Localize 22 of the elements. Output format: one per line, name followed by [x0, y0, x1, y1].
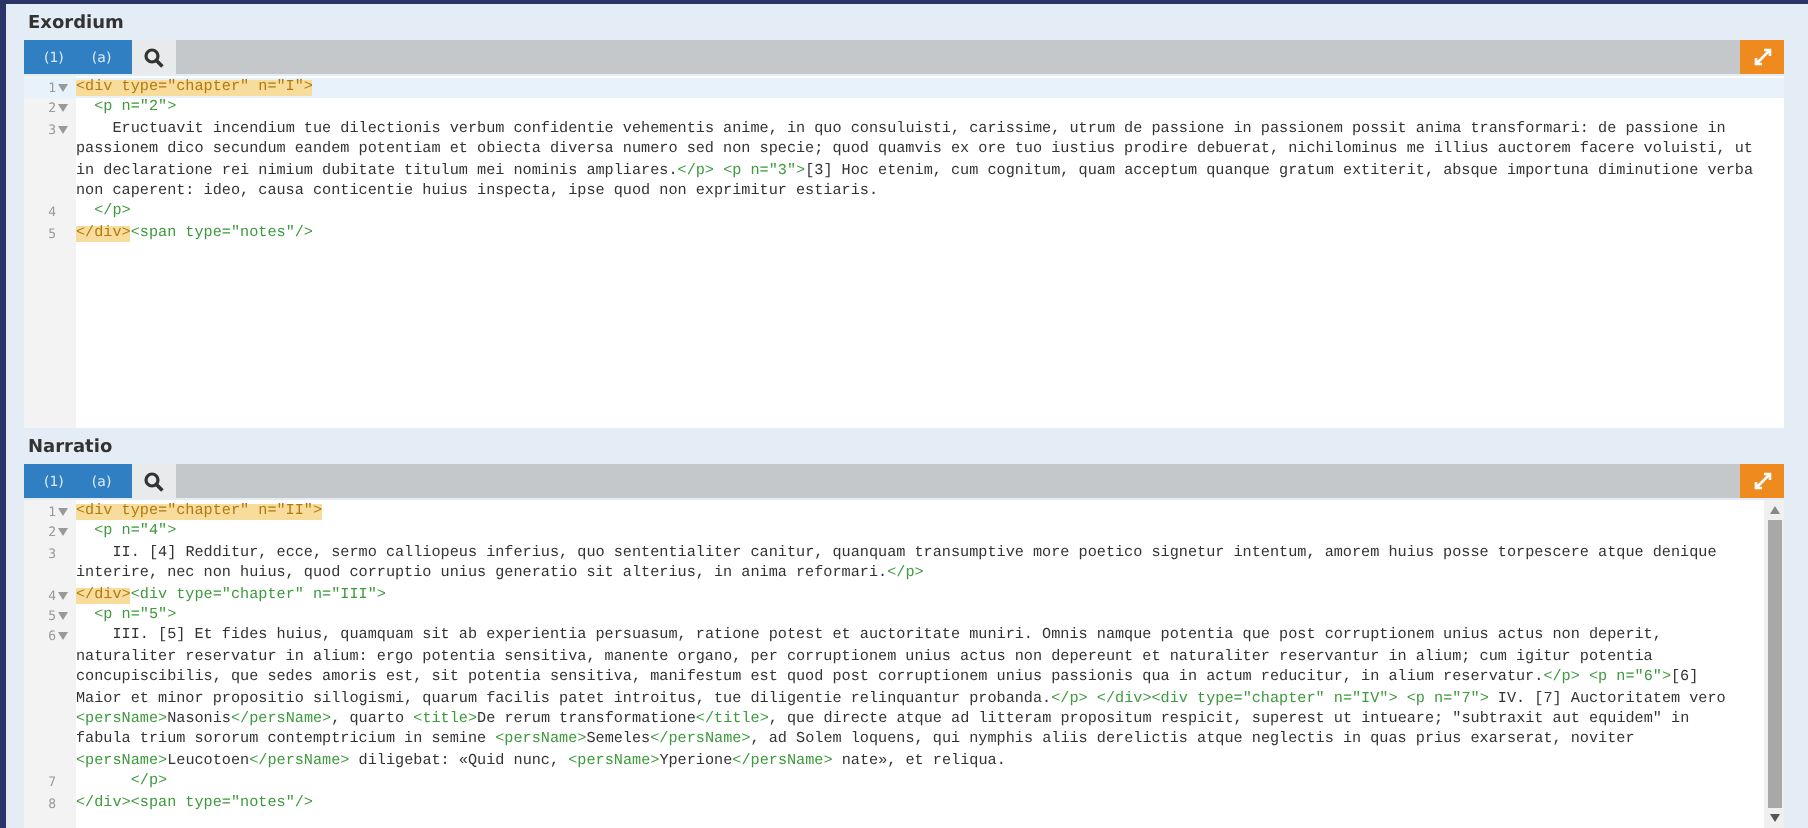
fold-arrow-icon[interactable]: [58, 528, 68, 537]
expand-button[interactable]: [1740, 464, 1784, 498]
panel-title: Narratio: [26, 436, 115, 462]
search-icon: [143, 471, 164, 491]
search-button[interactable]: [131, 464, 176, 498]
fold-arrow-icon[interactable]: [58, 632, 68, 641]
fold-arrow-icon[interactable]: [58, 84, 68, 92]
code-editor[interactable]: [24, 500, 1784, 828]
scrollbar[interactable]: [1764, 500, 1784, 828]
fold-arrow-icon[interactable]: [58, 104, 68, 113]
fold-arrow-icon[interactable]: [58, 508, 68, 516]
panel-title: Exordium: [26, 12, 126, 38]
fold-arrow-icon[interactable]: [58, 125, 68, 134]
scroll-up-icon[interactable]: [1769, 506, 1779, 514]
search-icon: [143, 47, 164, 67]
expand-button[interactable]: [1740, 40, 1784, 74]
scroll-down-icon[interactable]: [1769, 814, 1779, 822]
expand-icon: [1753, 472, 1771, 490]
expand-icon: [1753, 48, 1771, 66]
fold-arrow-icon[interactable]: [58, 591, 68, 600]
fold-arrow-icon[interactable]: [58, 612, 68, 621]
search-button[interactable]: [131, 40, 176, 74]
